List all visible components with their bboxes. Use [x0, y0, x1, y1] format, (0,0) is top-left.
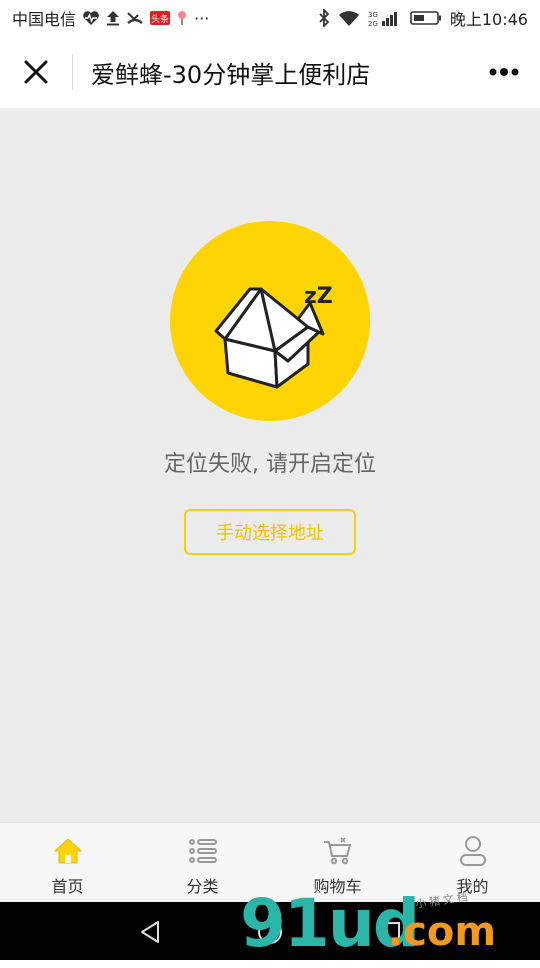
- status-left: 中国电信 头条 ···: [12, 6, 209, 30]
- tab-home[interactable]: 首页: [0, 823, 135, 902]
- home-circle-icon: [258, 920, 282, 944]
- battery-icon: [410, 10, 442, 26]
- location-pin-icon: [176, 10, 188, 26]
- app-header: 爱鲜蜂-30分钟掌上便利店: [0, 36, 540, 108]
- back-button[interactable]: [134, 916, 166, 948]
- status-bar: 中国电信 头条 ··· 3G 2G 晚上10:46: [0, 0, 540, 36]
- home-icon: [51, 835, 85, 867]
- svg-text:2G: 2G: [368, 20, 378, 27]
- tab-profile[interactable]: 我的: [405, 823, 540, 902]
- heart-rate-icon: [82, 10, 100, 26]
- upload-icon: [106, 10, 120, 26]
- system-navigation-bar: [0, 902, 540, 960]
- main-content: zZ 定位失败, 请开启定位 手动选择地址: [0, 108, 540, 822]
- news-badge-text: 头条: [151, 13, 169, 25]
- more-options-button[interactable]: [468, 36, 540, 108]
- more-notifications: ···: [194, 8, 210, 28]
- signal-icon: 3G 2G: [368, 9, 402, 27]
- tab-home-label: 首页: [51, 877, 84, 896]
- sleep-zz-text: zZ: [304, 284, 333, 309]
- carrier-label: 中国电信: [12, 10, 77, 29]
- tab-profile-label: 我的: [456, 877, 489, 896]
- header-divider: [72, 54, 73, 90]
- clock-label: 晚上10:46: [449, 10, 528, 29]
- home-nav-button[interactable]: [254, 916, 286, 948]
- list-icon: [186, 835, 220, 867]
- bottom-tab-bar: 首页 分类 购物车 我的: [0, 822, 540, 902]
- page-title: 爱鲜蜂-30分钟掌上便利店: [91, 60, 371, 89]
- wifi-icon: [338, 9, 360, 27]
- empty-box-illustration: zZ: [170, 221, 370, 421]
- recents-button[interactable]: [374, 916, 406, 948]
- close-button[interactable]: [0, 36, 72, 108]
- cart-icon: [321, 835, 355, 867]
- more-dots-icon: [489, 68, 519, 76]
- manual-select-address-button[interactable]: 手动选择地址: [184, 509, 356, 555]
- svg-text:3G: 3G: [368, 11, 378, 19]
- tab-cart[interactable]: 购物车: [270, 823, 405, 902]
- tab-cart-label: 购物车: [313, 877, 362, 896]
- news-app-icon: 头条: [150, 10, 171, 26]
- user-icon: [456, 835, 490, 867]
- location-failed-message: 定位失败, 请开启定位: [164, 452, 376, 477]
- tab-category[interactable]: 分类: [135, 823, 270, 902]
- bluetooth-icon: [318, 9, 330, 27]
- close-icon: [24, 60, 48, 84]
- tab-category-label: 分类: [186, 877, 219, 896]
- back-triangle-icon: [141, 921, 159, 943]
- sleeping-box-icon: zZ: [170, 221, 370, 421]
- missed-call-icon: [126, 10, 144, 26]
- recents-square-icon: [380, 922, 400, 942]
- status-right: 3G 2G 晚上10:46: [318, 6, 528, 30]
